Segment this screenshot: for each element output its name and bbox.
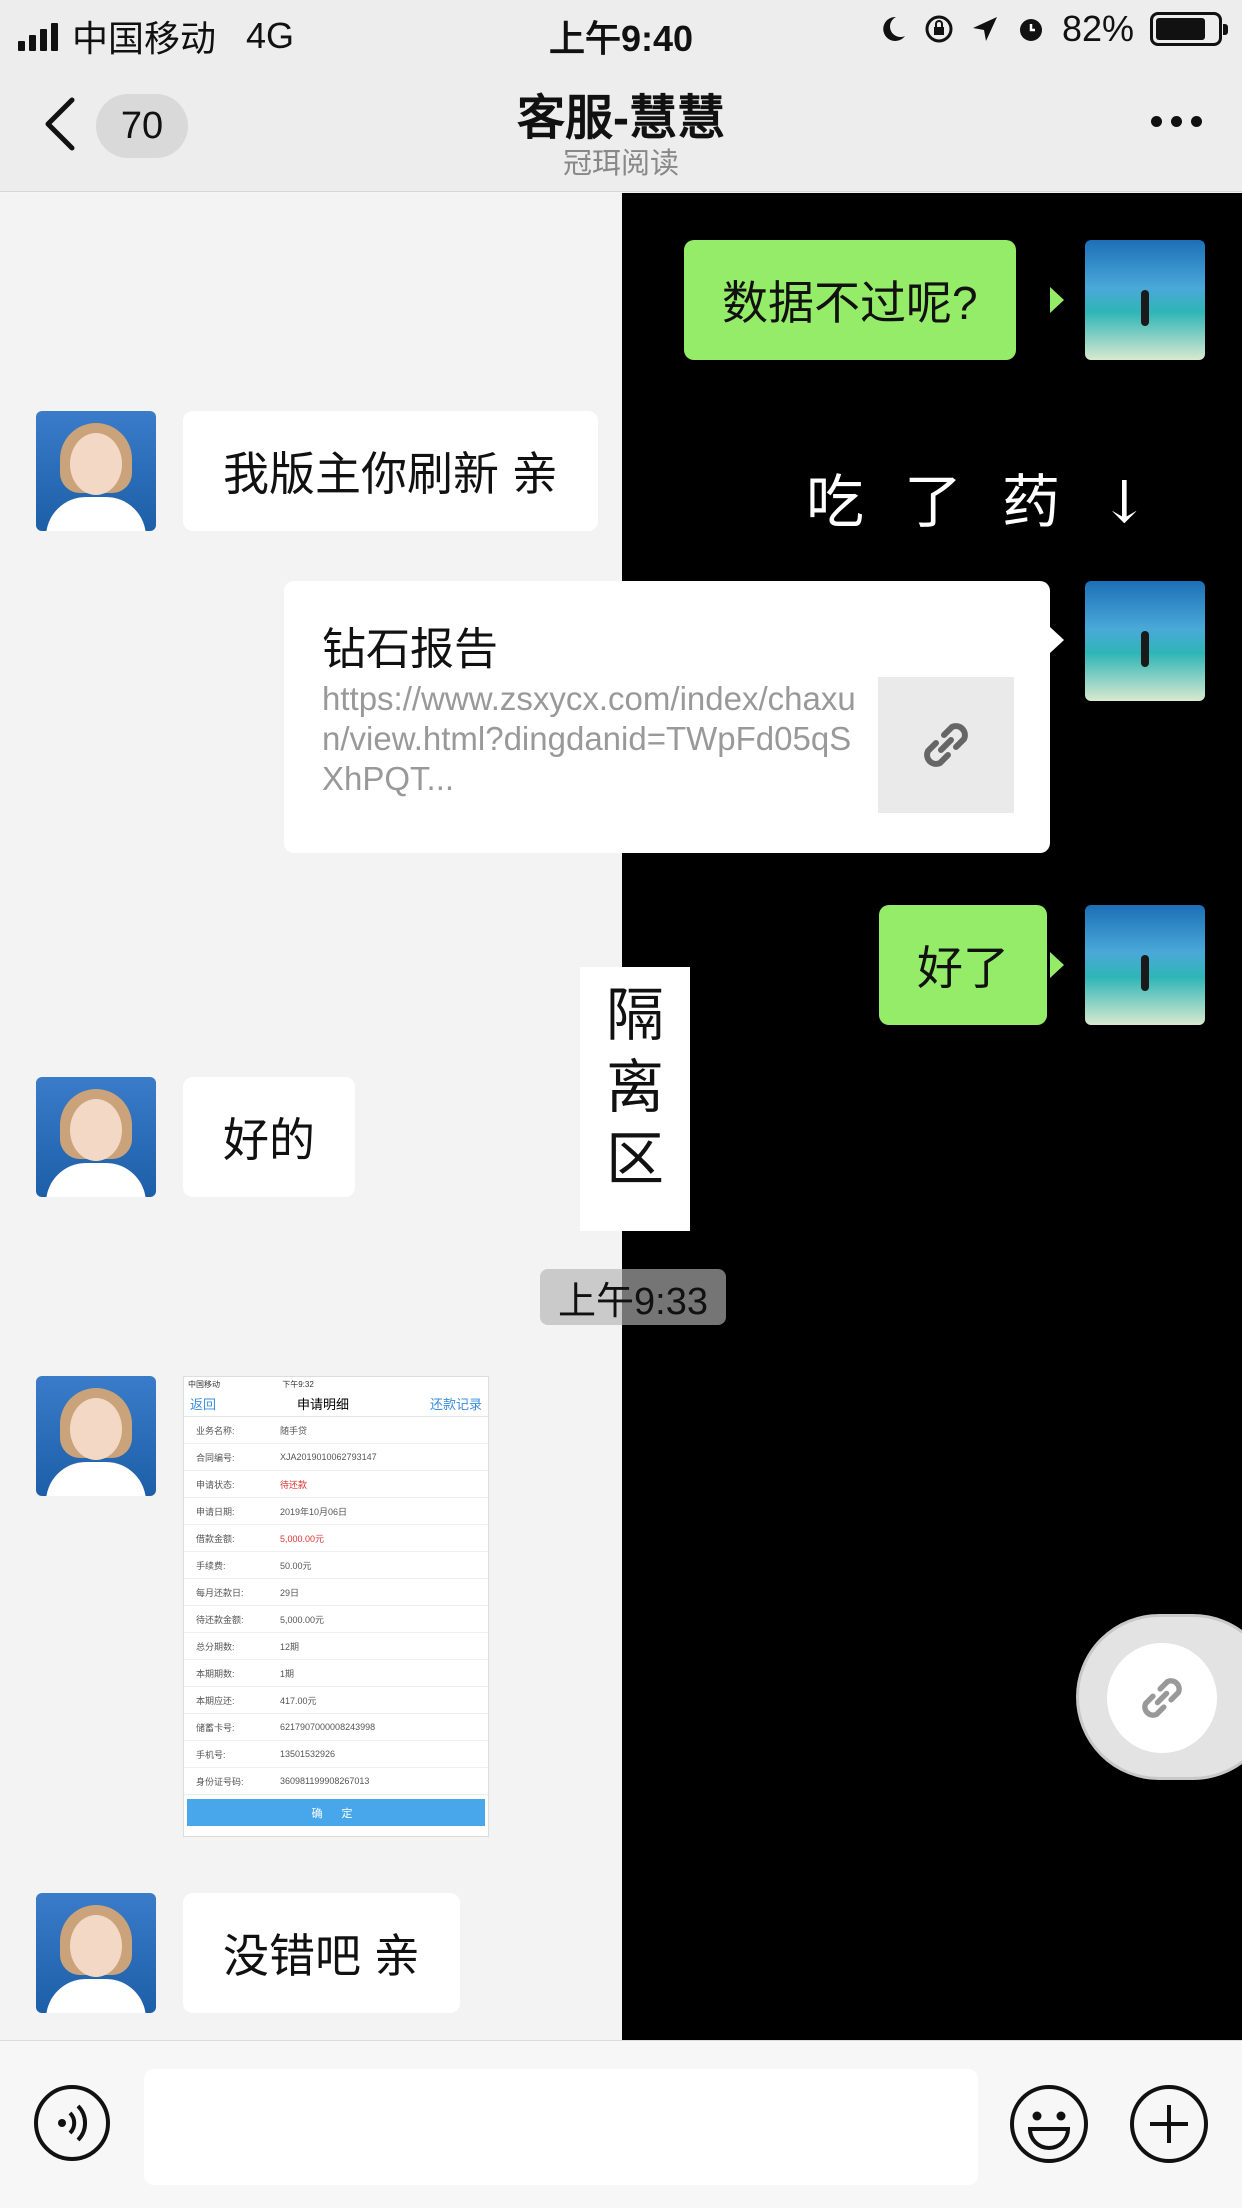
ss-row-label: 业务名称:: [196, 1425, 235, 1436]
ss-row-label: 本期应还:: [196, 1695, 235, 1706]
more-options-icon[interactable]: [1151, 116, 1202, 127]
ss-row-value: 2019年10月06日: [280, 1506, 348, 1517]
link-url: https://www.zsxycx.com/index/chaxun/view…: [322, 680, 856, 797]
message-timestamp: 上午9:33: [540, 1269, 726, 1325]
ss-row: 手续费: 50.00元: [184, 1552, 488, 1579]
message-text: 好的: [223, 1114, 315, 1166]
contact-avatar[interactable]: [36, 411, 156, 531]
ss-carrier: 中国移动: [188, 1380, 220, 1389]
ss-row: 待还款金额: 5,000.00元: [184, 1606, 488, 1633]
link-thumbnail: [878, 677, 1014, 813]
ss-row-value: 360981199908267013: [280, 1776, 370, 1786]
ss-time: 下午9:32: [282, 1380, 314, 1389]
my-avatar[interactable]: [1085, 240, 1205, 360]
ss-record: 还款记录: [429, 1397, 482, 1412]
sent-message[interactable]: 好了: [879, 905, 1047, 1025]
ss-row-label: 合同编号:: [196, 1452, 235, 1463]
rotation-lock-icon: [925, 15, 953, 43]
ss-row-label: 每月还款日:: [196, 1587, 244, 1598]
ss-row-value: 1期: [280, 1668, 295, 1679]
chat-area[interactable]: 数据不过呢? 我版主你刷新 亲 吃了药↓ 钻石报告 https://www.zs…: [0, 193, 1242, 2040]
my-avatar[interactable]: [1085, 905, 1205, 1025]
ss-row-label: 申请日期:: [196, 1506, 235, 1517]
floating-link-button[interactable]: [1076, 1614, 1242, 1780]
ss-row-value: 随手贷: [280, 1425, 308, 1436]
contact-avatar[interactable]: [36, 1077, 156, 1197]
message-input[interactable]: [144, 2069, 978, 2185]
plus-icon[interactable]: [1128, 2083, 1210, 2165]
my-avatar[interactable]: [1085, 581, 1205, 701]
moon-icon: [883, 16, 905, 41]
voice-input-icon[interactable]: [32, 2083, 112, 2163]
message-text: 数据不过呢?: [722, 277, 978, 329]
ss-row-value: 待还款: [280, 1479, 308, 1490]
battery-icon: [1150, 12, 1228, 46]
ss-title: 申请明细: [296, 1397, 349, 1412]
ss-row: 身份证号码: 360981199908267013: [184, 1768, 488, 1795]
ss-row: 储蓄卡号: 6217907000008243998: [184, 1714, 488, 1741]
link-title: 钻石报告: [322, 625, 498, 674]
ss-row: 每月还款日: 29日: [184, 1579, 488, 1606]
contact-avatar[interactable]: [36, 1893, 156, 2013]
ss-row-value: 13501532926: [280, 1749, 336, 1759]
ss-row-label: 借款金额:: [196, 1533, 235, 1544]
background-sticker-text: 吃了药↓: [806, 468, 1189, 536]
message-text: 没错吧 亲: [223, 1930, 420, 1982]
ss-row: 业务名称: 随手贷: [184, 1417, 488, 1444]
alarm-icon: [1019, 19, 1042, 41]
ss-back: 返回: [190, 1397, 217, 1412]
ss-row-label: 待还款金额:: [196, 1614, 244, 1625]
contact-avatar[interactable]: [36, 1376, 156, 1496]
input-bar: [0, 2040, 1242, 2208]
ss-row-label: 申请状态:: [196, 1479, 235, 1490]
ss-row-label: 手机号:: [196, 1749, 226, 1760]
ss-row-value: 417.00元: [280, 1695, 317, 1706]
ss-row-label: 本期期数:: [196, 1668, 235, 1679]
isolation-zone-sticker: 隔离区: [580, 967, 690, 1231]
ss-row: 申请状态: 待还款: [184, 1471, 488, 1498]
ss-row-value: 5,000.00元: [280, 1614, 325, 1625]
received-message[interactable]: 我版主你刷新 亲: [183, 411, 598, 531]
ss-row-value: XJA2019010062793147: [280, 1452, 377, 1462]
ss-row-value: 12期: [280, 1641, 300, 1652]
link-icon: [1142, 1678, 1182, 1718]
sent-message[interactable]: 数据不过呢?: [684, 240, 1016, 360]
received-message[interactable]: 没错吧 亲: [183, 1893, 460, 2013]
ss-row-label: 储蓄卡号:: [196, 1722, 235, 1733]
battery-percent: 82%: [1061, 8, 1134, 49]
chat-header: 70 客服-慧慧 冠珥阅读: [0, 60, 1242, 192]
chat-subtitle: 冠珥阅读: [562, 148, 679, 180]
link-icon: [924, 723, 968, 767]
chat-title: 客服-慧慧: [517, 92, 725, 145]
ss-row: 总分期数: 12期: [184, 1633, 488, 1660]
ss-row: 手机号: 13501532926: [184, 1741, 488, 1768]
image-message[interactable]: 中国移动 下午9:32 返回 申请明细 还款记录 业务名称: 随手贷合同编号: XJ…: [183, 1376, 489, 1837]
ss-row: 本期应还: 417.00元: [184, 1687, 488, 1714]
ss-row-value: 29日: [280, 1587, 300, 1598]
received-message[interactable]: 好的: [183, 1077, 355, 1197]
message-text: 好了: [917, 942, 1009, 994]
ss-row: 借款金额: 5,000.00元: [184, 1525, 488, 1552]
ss-row-value: 6217907000008243998: [280, 1722, 376, 1732]
ss-row: 本期期数: 1期: [184, 1660, 488, 1687]
emoji-icon[interactable]: [1008, 2083, 1090, 2165]
status-bar: 中国移动 4G 上午9:40 82%: [0, 0, 1242, 60]
ss-row-label: 总分期数:: [196, 1641, 235, 1652]
ss-row: 合同编号: XJA2019010062793147: [184, 1444, 488, 1471]
message-text: 我版主你刷新 亲: [223, 448, 558, 500]
ss-confirm: 确 定: [187, 1799, 485, 1826]
location-icon: [972, 17, 997, 41]
link-card[interactable]: 钻石报告 https://www.zsxycx.com/index/chaxun…: [284, 581, 1050, 853]
ss-row-label: 手续费:: [196, 1560, 226, 1571]
ss-row-value: 50.00元: [280, 1560, 312, 1571]
ss-row-value: 5,000.00元: [280, 1533, 325, 1544]
ss-row-label: 身份证号码:: [196, 1776, 244, 1787]
ss-row: 申请日期: 2019年10月06日: [184, 1498, 488, 1525]
